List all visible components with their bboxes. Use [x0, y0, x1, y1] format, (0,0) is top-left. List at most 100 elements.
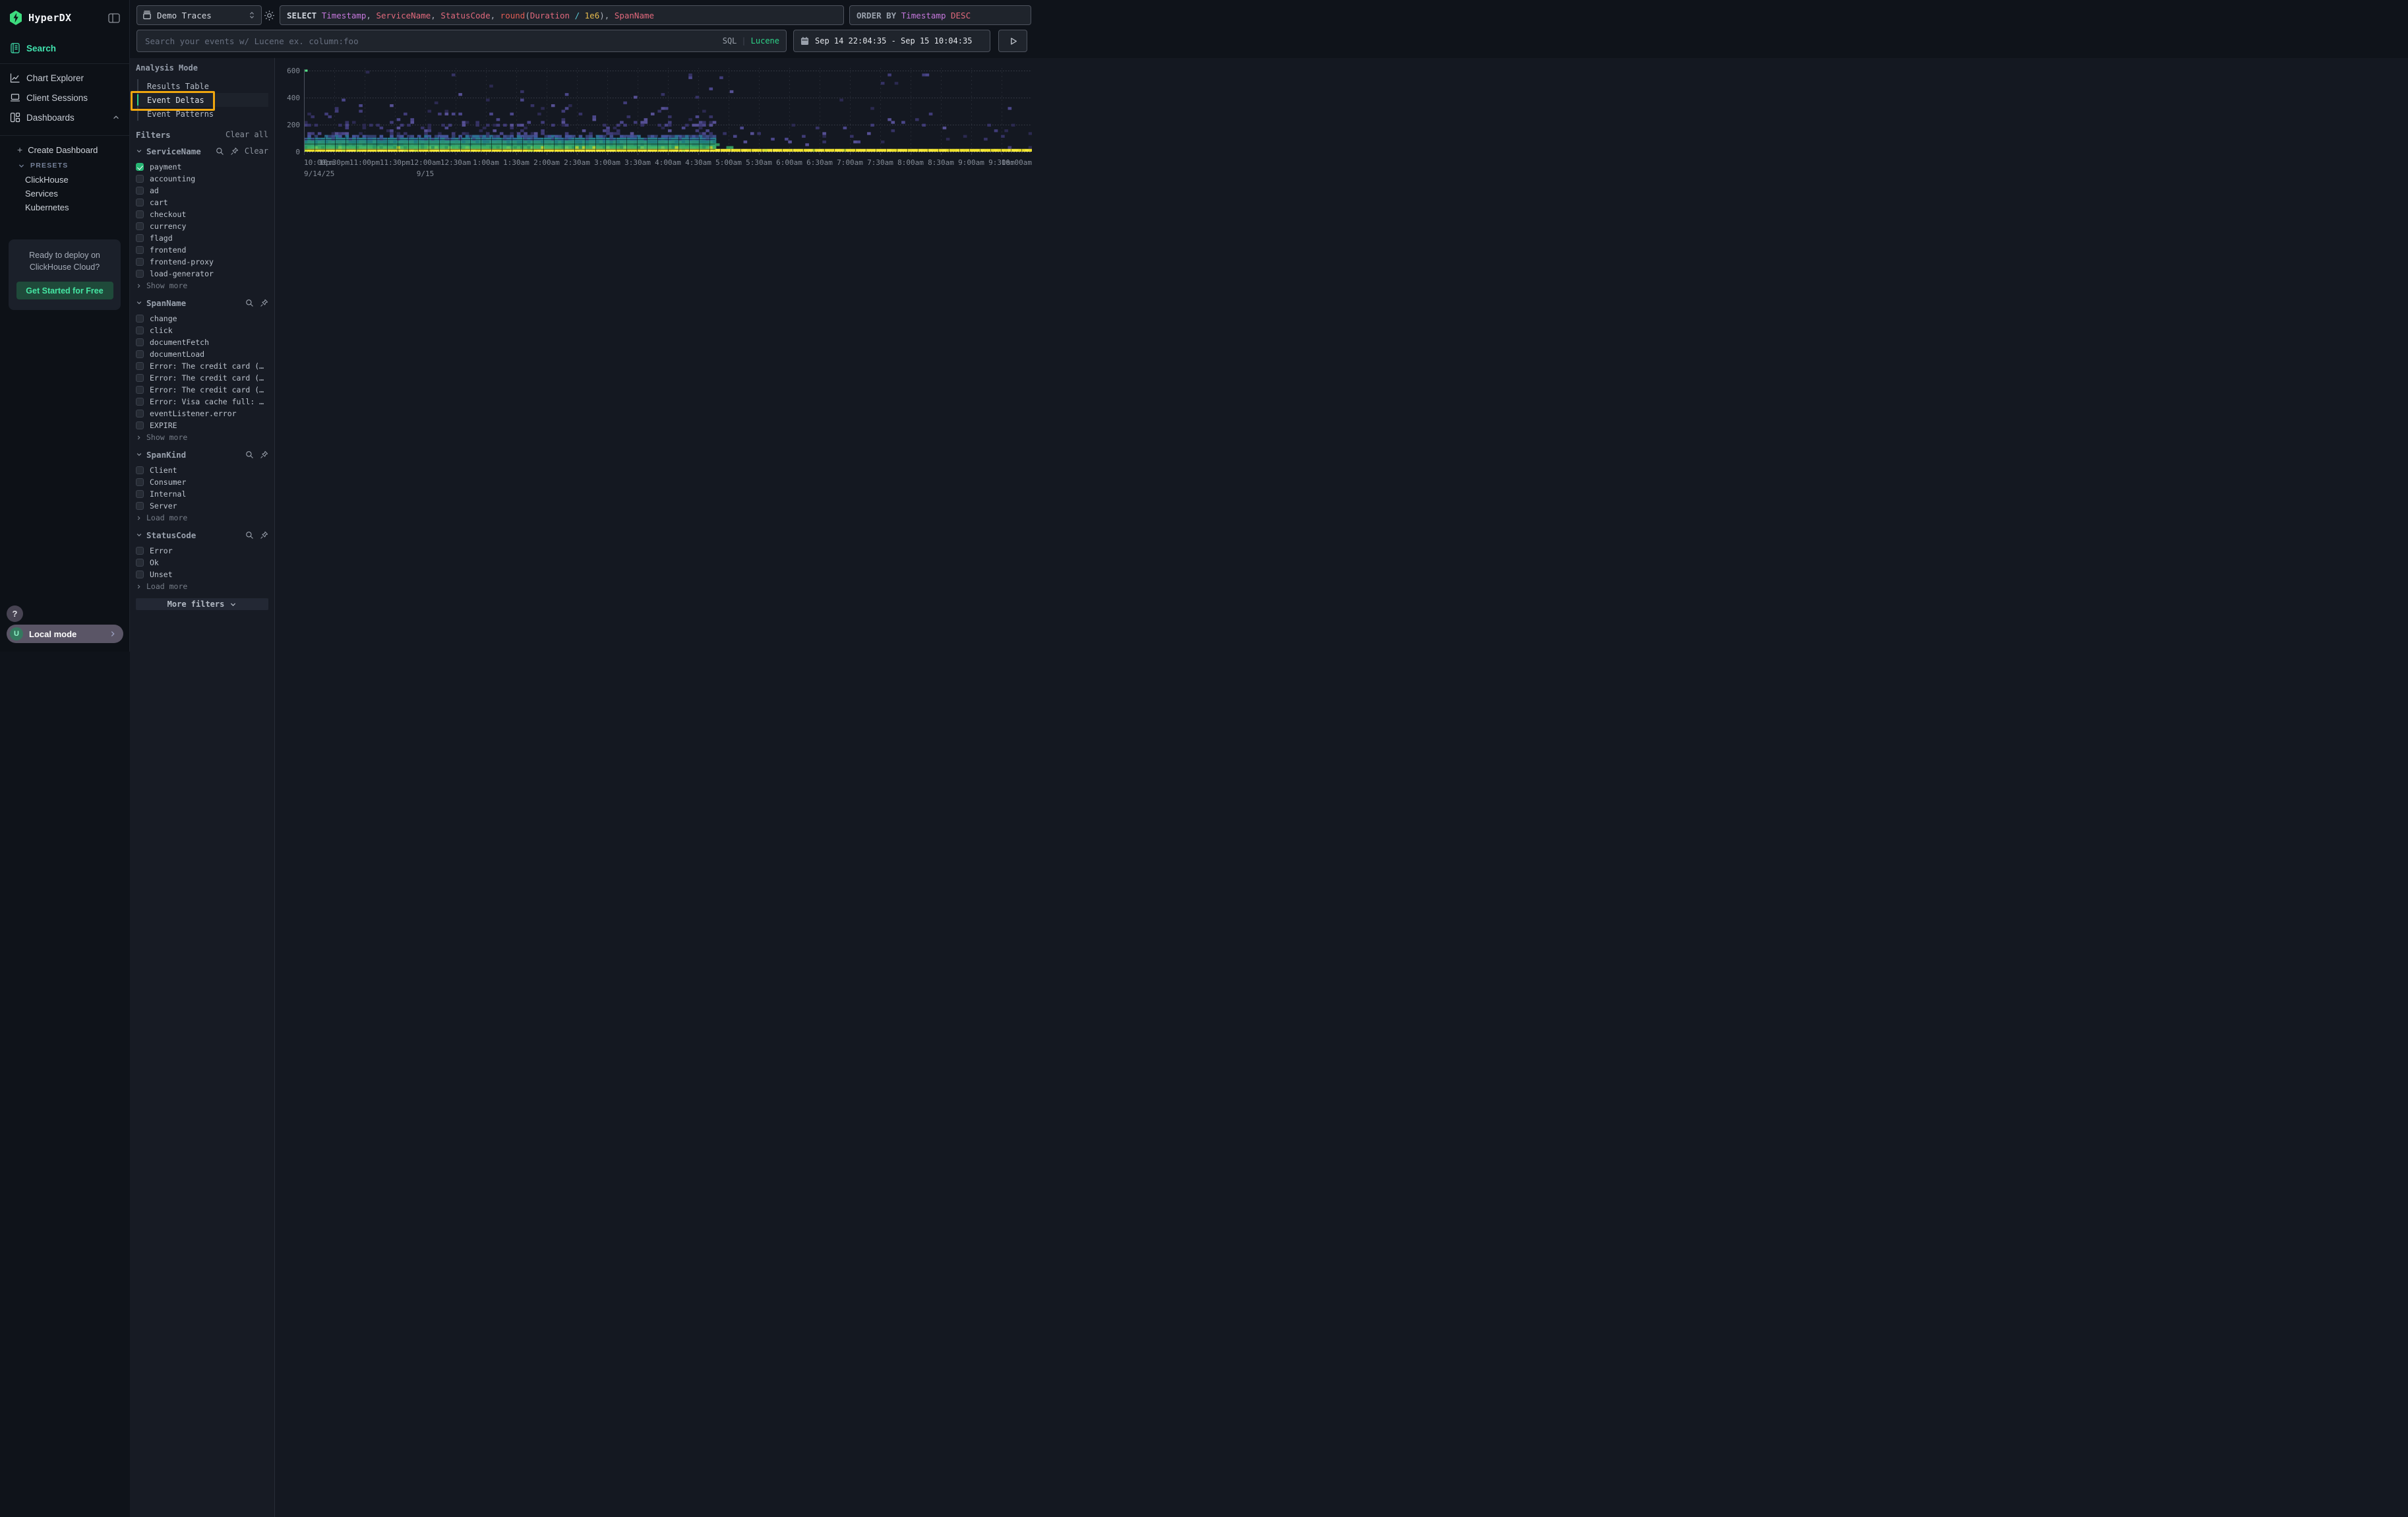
filter-checkbox-row[interactable]: Client: [136, 464, 268, 476]
load-more-button[interactable]: Load more: [136, 512, 268, 524]
analysis-mode-results-table[interactable]: Results Table: [138, 79, 268, 93]
presets-toggle[interactable]: PRESETS: [0, 158, 129, 173]
checkbox[interactable]: [136, 175, 144, 183]
filter-checkbox-row[interactable]: frontend: [136, 244, 268, 256]
date-range-picker[interactable]: Sep 14 22:04:35 - Sep 15 10:04:35: [793, 30, 990, 52]
checkbox[interactable]: [136, 350, 144, 358]
filter-checkbox-row[interactable]: EXPIRE: [136, 419, 268, 431]
checkbox[interactable]: [136, 571, 144, 578]
filter-checkbox-row[interactable]: flagd: [136, 232, 268, 244]
filter-checkbox-row[interactable]: frontend-proxy: [136, 256, 268, 268]
checkbox[interactable]: [136, 210, 144, 218]
gear-icon[interactable]: [264, 10, 275, 21]
checkbox[interactable]: [136, 410, 144, 418]
checkbox[interactable]: [136, 362, 144, 370]
filter-group-name[interactable]: SpanName: [146, 298, 186, 308]
search-input[interactable]: [144, 36, 717, 47]
create-dashboard-button[interactable]: + Create Dashboard: [0, 141, 129, 158]
sidebar-item-clickhouse[interactable]: ClickHouse: [0, 173, 129, 187]
filter-checkbox-row[interactable]: ad: [136, 185, 268, 197]
checkbox[interactable]: [136, 270, 144, 278]
pin-icon[interactable]: [260, 450, 268, 459]
checkbox[interactable]: [136, 386, 144, 394]
filter-checkbox-row[interactable]: Error: The credit card (…: [136, 372, 268, 384]
checkbox[interactable]: [136, 246, 144, 254]
checkbox[interactable]: [136, 326, 144, 334]
filter-checkbox-row[interactable]: Internal: [136, 488, 268, 500]
help-button[interactable]: ?: [7, 605, 23, 622]
chevron-down-icon[interactable]: [136, 451, 142, 458]
filter-checkbox-row[interactable]: Server: [136, 500, 268, 512]
filter-group-name[interactable]: StatusCode: [146, 530, 196, 540]
sidebar-item-client-sessions[interactable]: Client Sessions: [0, 88, 129, 108]
pin-icon[interactable]: [230, 147, 239, 156]
checkbox[interactable]: [136, 398, 144, 406]
load-more-button[interactable]: Load more: [136, 580, 268, 592]
source-select[interactable]: Demo Traces: [136, 5, 262, 25]
show-more-button[interactable]: Show more: [136, 431, 268, 443]
chevron-up-icon[interactable]: [112, 113, 120, 121]
pin-icon[interactable]: [260, 531, 268, 540]
filter-checkbox-row[interactable]: Consumer: [136, 476, 268, 488]
filter-checkbox-row[interactable]: cart: [136, 197, 268, 208]
sidebar-item-search[interactable]: Search: [0, 38, 129, 58]
filter-checkbox-row[interactable]: currency: [136, 220, 268, 232]
search-icon[interactable]: [245, 531, 254, 540]
run-query-button[interactable]: [998, 30, 1027, 52]
filter-checkbox-row[interactable]: Error: [136, 545, 268, 557]
checkbox[interactable]: [136, 234, 144, 242]
filter-checkbox-row[interactable]: documentFetch: [136, 336, 268, 348]
filter-checkbox-row[interactable]: change: [136, 313, 268, 325]
checkbox[interactable]: [136, 421, 144, 429]
sidebar-item-dashboards[interactable]: Dashboards: [0, 108, 129, 127]
lucene-mode-button[interactable]: Lucene: [751, 36, 779, 46]
checkbox[interactable]: [136, 315, 144, 323]
more-filters-button[interactable]: More filters: [136, 598, 268, 610]
search-icon[interactable]: [216, 147, 224, 156]
checkbox[interactable]: [136, 187, 144, 195]
pin-icon[interactable]: [260, 299, 268, 307]
chevron-down-icon[interactable]: [136, 148, 142, 154]
filter-checkbox-row[interactable]: Error: The credit card (…: [136, 360, 268, 372]
sidebar-item-services[interactable]: Services: [0, 187, 129, 201]
checkbox[interactable]: [136, 547, 144, 555]
checkbox[interactable]: [136, 559, 144, 567]
search-icon[interactable]: [245, 299, 254, 307]
search-icon[interactable]: [245, 450, 254, 459]
checkbox[interactable]: [136, 502, 144, 510]
analysis-mode-event-patterns[interactable]: Event Patterns: [138, 107, 268, 121]
filter-checkbox-row[interactable]: Error: Visa cache full: …: [136, 396, 268, 408]
filter-checkbox-row[interactable]: documentLoad: [136, 348, 268, 360]
filter-checkbox-row[interactable]: Ok: [136, 557, 268, 569]
show-more-button[interactable]: Show more: [136, 280, 268, 292]
sidebar-item-kubernetes[interactable]: Kubernetes: [0, 201, 129, 214]
order-by-input[interactable]: ORDER BY Timestamp DESC: [849, 5, 1031, 25]
analysis-mode-event-deltas[interactable]: Event Deltas: [138, 93, 268, 107]
filter-checkbox-row[interactable]: Error: The credit card (…: [136, 384, 268, 396]
filter-group-name[interactable]: ServiceName: [146, 146, 201, 156]
filter-checkbox-row[interactable]: load-generator: [136, 268, 268, 280]
clear-all-filters-button[interactable]: Clear all: [226, 130, 268, 139]
filter-checkbox-row[interactable]: checkout: [136, 208, 268, 220]
user-menu[interactable]: U Local mode: [7, 625, 123, 643]
checkbox-checked[interactable]: [136, 163, 144, 171]
chevron-down-icon[interactable]: [136, 532, 142, 538]
filter-checkbox-row[interactable]: payment: [136, 161, 268, 173]
checkbox[interactable]: [136, 338, 144, 346]
checkbox[interactable]: [136, 199, 144, 206]
filter-checkbox-row[interactable]: click: [136, 325, 268, 336]
checkbox[interactable]: [136, 374, 144, 382]
sidebar-item-chart-explorer[interactable]: Chart Explorer: [0, 68, 129, 88]
checkbox[interactable]: [136, 478, 144, 486]
checkbox[interactable]: [136, 490, 144, 498]
filter-checkbox-row[interactable]: accounting: [136, 173, 268, 185]
sidebar-collapse-icon[interactable]: [108, 13, 120, 23]
filter-checkbox-row[interactable]: eventListener.error: [136, 408, 268, 419]
checkbox[interactable]: [136, 258, 144, 266]
duration-heatmap-canvas[interactable]: [304, 68, 1032, 155]
get-started-button[interactable]: Get Started for Free: [16, 282, 113, 299]
checkbox[interactable]: [136, 466, 144, 474]
clear-filter-button[interactable]: Clear: [245, 146, 268, 156]
checkbox[interactable]: [136, 222, 144, 230]
select-clause-input[interactable]: SELECT Timestamp, ServiceName, StatusCod…: [280, 5, 844, 25]
